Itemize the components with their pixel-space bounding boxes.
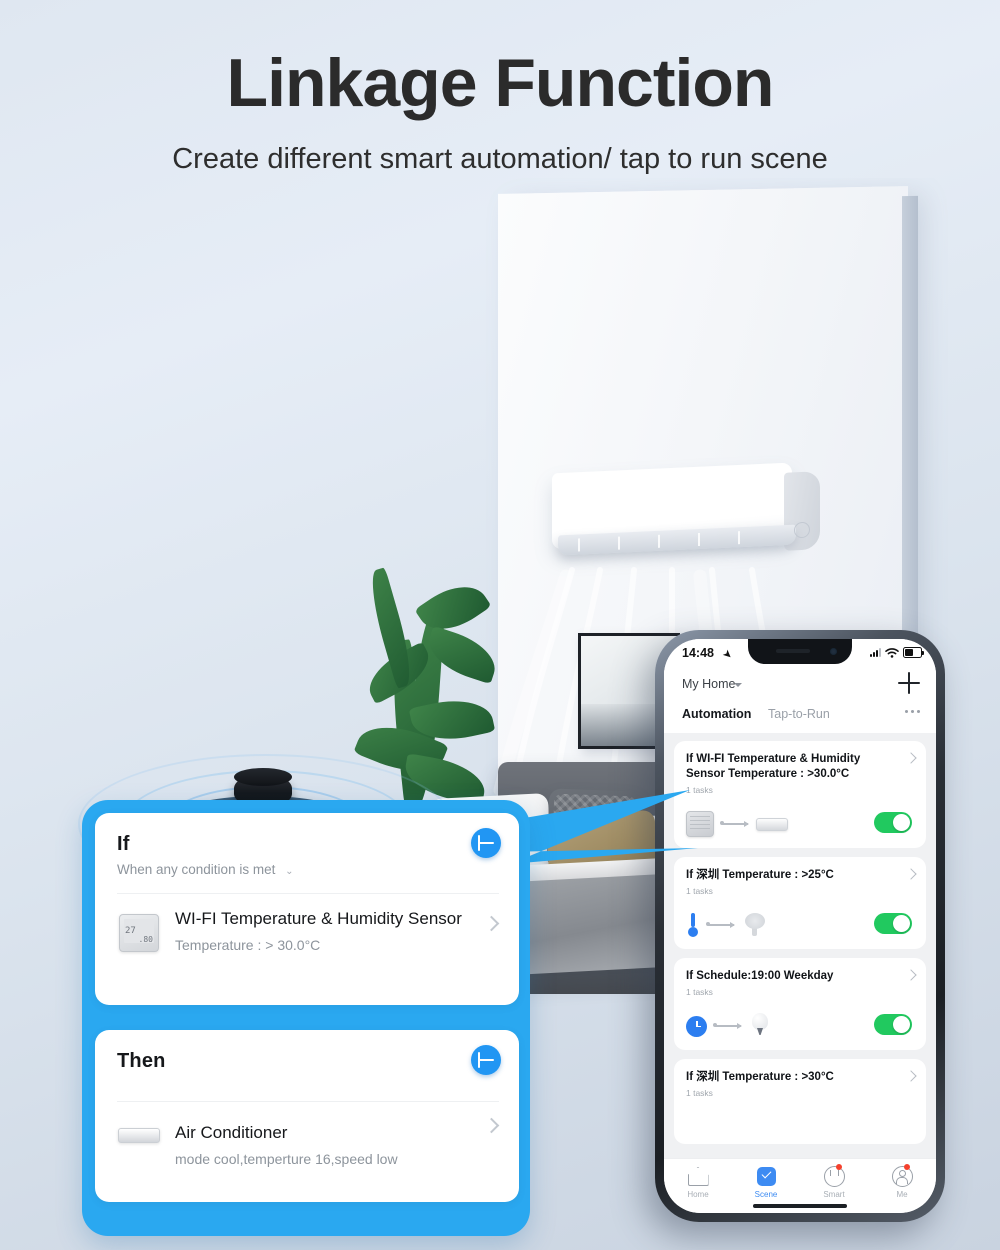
arrow-right-icon [706,921,735,930]
thermometer-icon [686,913,700,937]
home-name-label[interactable]: My Home [682,677,735,691]
automation-device-row [686,1012,914,1040]
tab-home[interactable]: Home [664,1159,732,1213]
then-card-header: Then [95,1030,519,1075]
tab-label: Scene [754,1190,778,1199]
bottom-tab-bar: Home Scene Smart Me [664,1158,936,1213]
notification-badge [835,1164,842,1170]
cellular-signal-icon [870,648,881,657]
automation-tasks: 1 tasks [686,886,713,896]
chevron-right-icon[interactable] [483,1117,500,1134]
if-card-header: If When any condition is met ⌄ [95,813,519,877]
temperature-humidity-sensor-icon: 27 .80 [119,914,159,952]
automation-tasks: 1 tasks [686,1088,713,1098]
notification-badge [903,1164,910,1170]
automation-title: If Schedule:19:00 Weekday [686,970,834,982]
arrow-right-icon [713,1022,742,1031]
wifi-icon [885,647,899,658]
light-bulb-icon [749,1013,771,1039]
automation-tasks: 1 tasks [686,987,713,997]
air-conditioner-icon [118,1128,160,1143]
tab-label: Smart [823,1190,845,1199]
automation-toggle[interactable] [874,812,912,833]
automation-card[interactable]: If 深圳 Temperature : >30°C 1 tasks [674,1059,926,1144]
automation-title: If 深圳 Temperature : >30°C [686,1071,834,1083]
add-condition-button[interactable] [471,828,501,858]
app-body: My Home Automation Tap-to-Run [664,669,936,733]
automation-toggle[interactable] [874,1014,912,1035]
if-card-title: If [117,833,130,855]
chevron-right-icon[interactable] [483,915,500,932]
chevron-down-icon[interactable]: ⌄ [285,866,293,877]
then-card: Then Air Conditioner mode cool,tempertur… [95,1030,519,1202]
home-icon [687,1167,709,1186]
if-condition-item[interactable]: 27 .80 WI-FI Temperature & Humidity Sens… [95,894,519,953]
then-item-desc: mode cool,temperture 16,speed low [175,1151,398,1167]
automation-device-row [686,911,914,939]
chevron-down-icon[interactable] [734,683,742,687]
fan-icon [742,912,768,938]
tab-tap-to-run[interactable]: Tap-to-Run [768,707,830,721]
then-action-item[interactable]: Air Conditioner mode cool,temperture 16,… [95,1102,519,1167]
arrow-right-icon [720,820,749,829]
home-selector-row: My Home [664,669,936,701]
if-condition-mode-label: When any condition is met [117,862,276,877]
page-subtitle: Create different smart automation/ tap t… [172,143,828,175]
tabs-row: Automation Tap-to-Run [664,701,936,733]
smart-icon [823,1166,845,1187]
if-card: If When any condition is met ⌄ 27 .80 WI… [95,813,519,1005]
if-item-name: WI-FI Temperature & Humidity Sensor [175,909,462,928]
if-condition-mode[interactable]: When any condition is met ⌄ [117,862,499,877]
home-indicator [753,1204,847,1208]
ellipsis-icon[interactable] [905,710,920,713]
then-item-name: Air Conditioner [175,1123,288,1142]
if-item-desc: Temperature : > 30.0°C [175,937,321,953]
phone-mockup: 14:48 ➤ My Home Automation Tap-to-Run If… [655,630,945,1222]
profile-icon [891,1166,913,1187]
location-arrow-icon: ➤ [719,647,735,663]
scene-check-icon [756,1167,776,1186]
automation-device-row [686,810,914,838]
poster-root: Linkage Function Create different smart … [0,0,1000,1250]
automation-title: If 深圳 Temperature : >25°C [686,869,834,881]
tab-label: Home [687,1190,709,1199]
automation-toggle[interactable] [874,913,912,934]
tab-me[interactable]: Me [868,1159,936,1213]
battery-icon [903,647,924,658]
sensor-temp-value: 27 [125,926,136,936]
clock-icon [686,1015,707,1037]
sensor-hum-value: .80 [138,935,153,944]
phone-notch [748,639,852,664]
phone-screen: 14:48 ➤ My Home Automation Tap-to-Run If… [664,639,936,1213]
header: Linkage Function Create different smart … [0,0,1000,176]
tab-automation[interactable]: Automation [682,707,751,721]
air-conditioner-icon [756,817,788,831]
tab-label: Me [896,1190,908,1199]
status-time: 14:48 [682,646,714,660]
page-title: Linkage Function [226,45,775,121]
automation-tasks: 1 tasks [686,785,713,795]
then-card-title: Then [117,1050,166,1072]
automation-card[interactable]: If Schedule:19:00 Weekday 1 tasks [674,958,926,1050]
plus-icon[interactable] [898,672,920,694]
add-action-button[interactable] [471,1045,501,1075]
air-conditioner-icon [552,462,820,564]
automation-title: If WI-FI Temperature & Humidity Sensor T… [686,753,861,780]
